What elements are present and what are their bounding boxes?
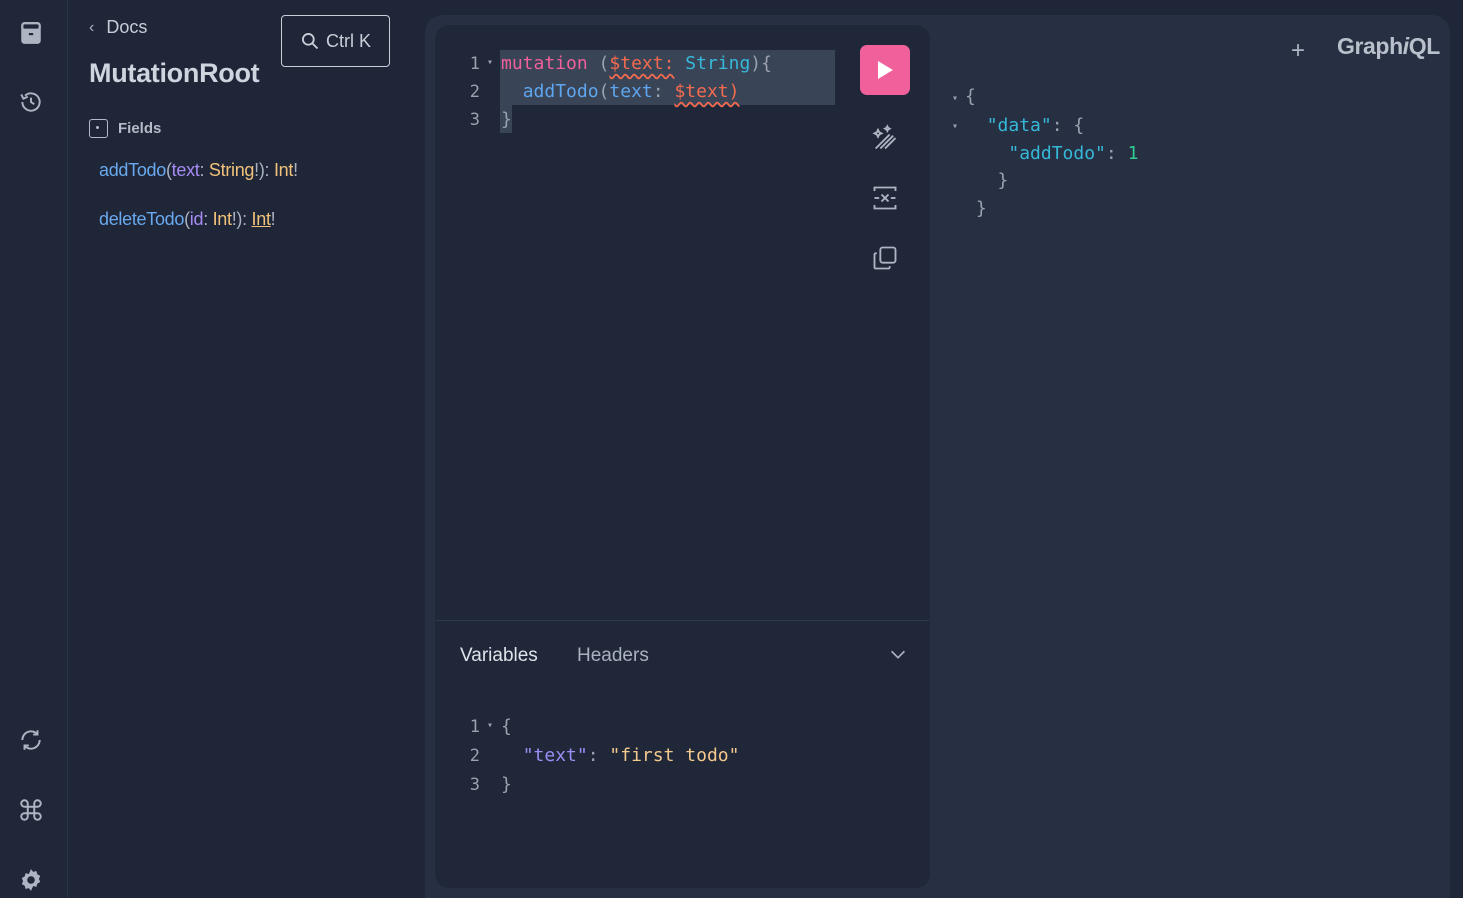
docs-back-link[interactable]: ‹ Docs [89,17,147,38]
chevron-left-icon: ‹ [89,18,95,36]
page-title: MutationRoot [89,58,260,88]
copy-icon [873,246,897,270]
magic-wand-icon [872,124,897,150]
merge-icon [873,186,897,210]
variables-line-1[interactable]: { [501,713,512,741]
run-query-button[interactable] [860,45,910,95]
docs-search-button[interactable]: Ctrl K [281,15,390,67]
line-number: 1 [469,54,480,74]
line-number: 1 [469,717,480,737]
fold-icon[interactable]: ▾ [952,121,958,132]
editor-divider [435,620,930,621]
line-number: 2 [469,746,480,766]
field-delete-todo[interactable]: deleteTodo(id: Int!): Int! [99,209,276,230]
fields-icon [89,119,108,138]
refetch-schema-icon[interactable] [14,723,48,757]
fold-icon[interactable]: ▾ [487,720,493,731]
tab-headers[interactable]: Headers [577,645,649,667]
result-line-2: "data": { [986,115,1085,136]
line-number: 3 [469,110,480,130]
field-arg: id [189,209,204,229]
field-arg-type[interactable]: String [209,160,255,180]
history-icon[interactable] [14,85,48,119]
line-number: 2 [469,82,480,102]
field-add-todo[interactable]: addTodo(text: String!): Int! [99,160,298,181]
shortcuts-icon[interactable] [14,793,48,827]
variables-line-3[interactable]: } [501,771,512,799]
field-return-type[interactable]: Int [252,209,271,229]
fields-header-label: Fields [118,120,162,137]
line-number: 3 [469,775,480,795]
variables-line-2[interactable]: "text": "first todo" [501,742,740,770]
field-name[interactable]: addTodo [99,160,166,180]
query-editor-panel: 1 ▾ mutation ($text: String){ 2 addTodo(… [435,25,930,888]
query-line-3[interactable]: } [501,106,512,134]
field-return-type[interactable]: Int [274,160,293,180]
graphiql-logo: GraphiQL [1337,33,1440,59]
result-line-3: "addTodo": 1 [1008,143,1139,164]
copy-query-button[interactable] [869,242,901,274]
result-line-4: } [965,170,1009,191]
query-line-1[interactable]: mutation ($text: String){ [501,50,772,78]
sidebar [0,0,68,898]
query-line-2[interactable]: addTodo(text: $text) [501,78,740,106]
result-line-5: } [965,198,987,219]
search-icon [302,33,319,50]
docs-back-label: Docs [106,17,148,37]
field-arg: text [171,160,200,180]
chevron-down-icon[interactable] [887,643,909,665]
result-line-1: { [965,86,976,107]
field-arg-type[interactable]: Int [213,209,232,229]
play-icon [878,61,893,79]
search-shortcut: Ctrl K [326,30,371,51]
fold-icon[interactable]: ▾ [952,93,958,104]
fold-icon[interactable]: ▾ [487,57,493,68]
tab-variables[interactable]: Variables [460,645,538,667]
docs-icon[interactable] [14,16,48,50]
workspace: 1 ▾ mutation ($text: String){ 2 addTodo(… [425,15,1450,898]
prettify-button[interactable] [869,122,901,154]
add-tab-button[interactable]: + [1291,37,1305,65]
merge-fragments-button[interactable] [869,182,901,214]
settings-icon[interactable] [14,863,48,897]
fields-header: Fields [89,119,161,138]
docs-explorer: ‹ Docs Ctrl K MutationRoot Fields addTod… [69,0,414,898]
field-name[interactable]: deleteTodo [99,209,184,229]
